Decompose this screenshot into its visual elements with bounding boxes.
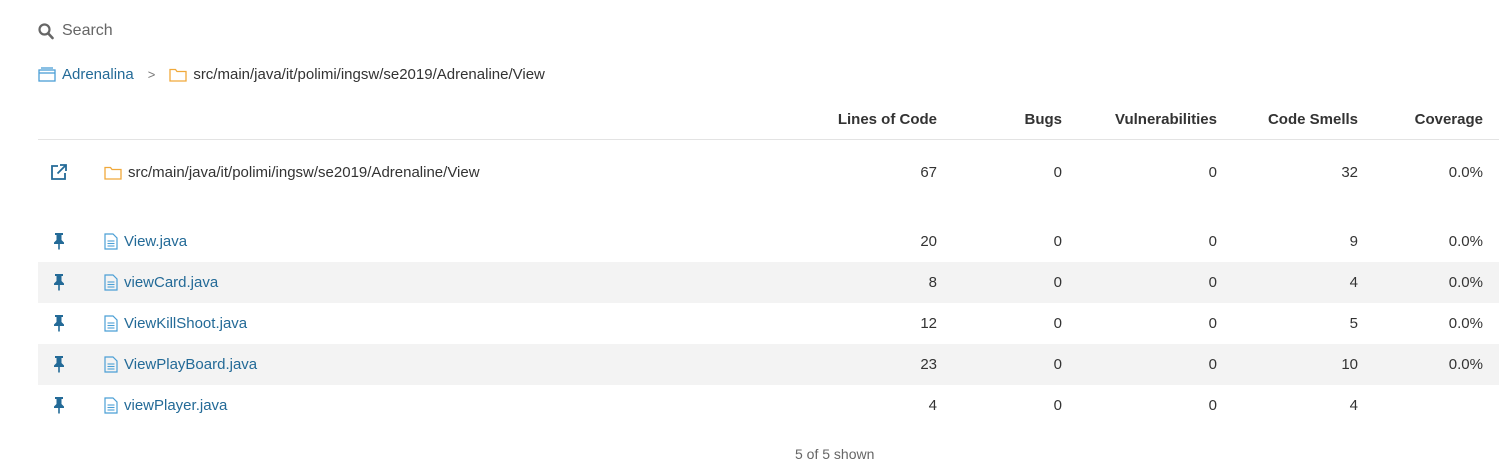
folder-icon xyxy=(169,68,187,82)
cell-lines-of-code: 8 xyxy=(928,274,937,291)
cell-lines-of-code: 23 xyxy=(920,356,937,373)
column-header-coverage[interactable]: Coverage xyxy=(1415,111,1483,128)
file-name-cell: ViewKillShoot.java xyxy=(104,303,247,344)
column-header-code-smells[interactable]: Code Smells xyxy=(1268,111,1358,128)
cell-code-smells[interactable]: 4 xyxy=(1350,262,1358,303)
column-header-vulnerabilities[interactable]: Vulnerabilities xyxy=(1115,111,1217,128)
table-row: viewPlayer.java 4 0 0 4 xyxy=(38,385,1499,426)
file-name-cell: viewCard.java xyxy=(104,262,218,303)
breadcrumb-separator: > xyxy=(147,66,156,82)
cell-code-smells[interactable]: 5 xyxy=(1350,303,1358,344)
cell-vulnerabilities[interactable]: 0 xyxy=(1209,303,1217,344)
cell-code-smells[interactable]: 9 xyxy=(1350,221,1358,262)
cell-vulnerabilities[interactable]: 0 xyxy=(1209,262,1217,303)
cell-bugs[interactable]: 0 xyxy=(1054,221,1062,262)
file-link[interactable]: viewPlayer.java xyxy=(124,397,227,414)
table-row: viewCard.java 8 0 0 4 0.0% xyxy=(38,262,1499,303)
cell-coverage[interactable]: 0.0% xyxy=(1449,344,1483,385)
search-icon xyxy=(38,22,54,39)
breadcrumb-project-link[interactable]: Adrenalina xyxy=(38,66,134,83)
breadcrumb-current: src/main/java/it/polimi/ingsw/se2019/Adr… xyxy=(169,66,545,83)
file-name-cell: ViewPlayBoard.java xyxy=(104,344,257,385)
cell-vulnerabilities[interactable]: 0 xyxy=(1209,152,1217,192)
cell-lines-of-code: 20 xyxy=(920,233,937,250)
cell-lines-of-code: 67 xyxy=(920,163,937,181)
file-name-cell: viewPlayer.java xyxy=(104,385,227,426)
file-icon xyxy=(104,233,118,250)
table-row: ViewKillShoot.java 12 0 0 5 0.0% xyxy=(38,303,1499,344)
cell-bugs[interactable]: 0 xyxy=(1054,262,1062,303)
breadcrumb-directory-label: src/main/java/it/polimi/ingsw/se2019/Adr… xyxy=(193,65,545,83)
breadcrumb: Adrenalina > src/main/java/it/polimi/ing… xyxy=(38,64,545,84)
cell-lines-of-code: 4 xyxy=(928,397,937,414)
search-bar[interactable] xyxy=(38,20,362,42)
file-name-cell: View.java xyxy=(104,221,187,262)
pin-icon[interactable] xyxy=(48,272,70,292)
cell-bugs[interactable]: 0 xyxy=(1054,385,1062,426)
file-link[interactable]: viewCard.java xyxy=(124,274,218,291)
cell-vulnerabilities[interactable]: 0 xyxy=(1209,385,1217,426)
file-link[interactable]: View.java xyxy=(124,233,187,250)
file-link[interactable]: ViewPlayBoard.java xyxy=(124,356,257,373)
base-directory-name: src/main/java/it/polimi/ingsw/se2019/Adr… xyxy=(128,163,480,181)
table-row: View.java 20 0 0 9 0.0% xyxy=(38,221,1499,262)
cell-code-smells[interactable]: 10 xyxy=(1341,344,1358,385)
cell-bugs[interactable]: 0 xyxy=(1054,152,1062,192)
pin-icon[interactable] xyxy=(48,395,70,415)
row-spacer xyxy=(38,204,1499,221)
cell-vulnerabilities[interactable]: 0 xyxy=(1209,221,1217,262)
pin-icon[interactable] xyxy=(48,231,70,251)
cell-bugs[interactable]: 0 xyxy=(1054,344,1062,385)
file-icon xyxy=(104,397,118,414)
column-header-lines-of-code[interactable]: Lines of Code xyxy=(838,111,937,128)
measures-table: Lines of Code Bugs Vulnerabilities Code … xyxy=(38,104,1499,426)
cell-coverage[interactable]: 0.0% xyxy=(1449,221,1483,262)
cell-coverage[interactable]: 0.0% xyxy=(1449,303,1483,344)
file-icon xyxy=(104,274,118,291)
search-input[interactable] xyxy=(62,22,362,40)
base-directory-cell: src/main/java/it/polimi/ingsw/se2019/Adr… xyxy=(104,152,480,192)
table-row-base: src/main/java/it/polimi/ingsw/se2019/Adr… xyxy=(38,140,1499,204)
folder-icon xyxy=(104,166,122,180)
project-icon xyxy=(38,67,56,82)
pin-icon[interactable] xyxy=(48,313,70,333)
file-link[interactable]: ViewKillShoot.java xyxy=(124,315,247,332)
table-row: ViewPlayBoard.java 23 0 0 10 0.0% xyxy=(38,344,1499,385)
pin-icon[interactable] xyxy=(48,354,70,374)
cell-lines-of-code: 12 xyxy=(920,315,937,332)
cell-code-smells[interactable]: 4 xyxy=(1350,385,1358,426)
file-icon xyxy=(104,315,118,332)
breadcrumb-project-label: Adrenalina xyxy=(62,65,134,83)
cell-coverage[interactable]: 0.0% xyxy=(1449,152,1483,192)
column-header-bugs[interactable]: Bugs xyxy=(1025,111,1063,128)
cell-vulnerabilities[interactable]: 0 xyxy=(1209,344,1217,385)
file-icon xyxy=(104,356,118,373)
cell-code-smells[interactable]: 32 xyxy=(1341,152,1358,192)
cell-bugs[interactable]: 0 xyxy=(1054,303,1062,344)
external-link-icon[interactable] xyxy=(48,162,70,182)
table-header: Lines of Code Bugs Vulnerabilities Code … xyxy=(38,104,1499,140)
cell-coverage[interactable]: 0.0% xyxy=(1449,262,1483,303)
